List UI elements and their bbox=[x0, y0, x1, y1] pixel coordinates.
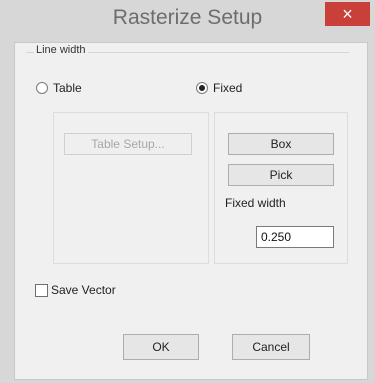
cancel-button[interactable]: Cancel bbox=[232, 334, 310, 360]
fixed-width-input[interactable] bbox=[256, 226, 334, 248]
table-radio-label[interactable]: Table bbox=[53, 81, 82, 95]
close-icon: × bbox=[342, 4, 353, 24]
fixed-radio[interactable] bbox=[196, 82, 208, 94]
pick-button[interactable]: Pick bbox=[228, 164, 334, 186]
box-button[interactable]: Box bbox=[228, 133, 334, 155]
table-setup-button[interactable]: Table Setup... bbox=[64, 133, 192, 155]
table-radio[interactable] bbox=[36, 82, 48, 94]
dialog-window: Rasterize Setup × Line width Table Fixed… bbox=[0, 0, 375, 383]
fixed-width-label: Fixed width bbox=[225, 196, 286, 210]
title-bar[interactable]: Rasterize Setup × bbox=[0, 0, 375, 42]
save-vector-label[interactable]: Save Vector bbox=[51, 283, 116, 297]
line-width-legend: Line width bbox=[34, 44, 88, 56]
save-vector-checkbox[interactable] bbox=[35, 284, 48, 297]
close-button[interactable]: × bbox=[325, 2, 370, 26]
fixed-radio-label[interactable]: Fixed bbox=[213, 81, 242, 95]
window-title: Rasterize Setup bbox=[112, 6, 263, 29]
ok-button[interactable]: OK bbox=[123, 334, 199, 360]
